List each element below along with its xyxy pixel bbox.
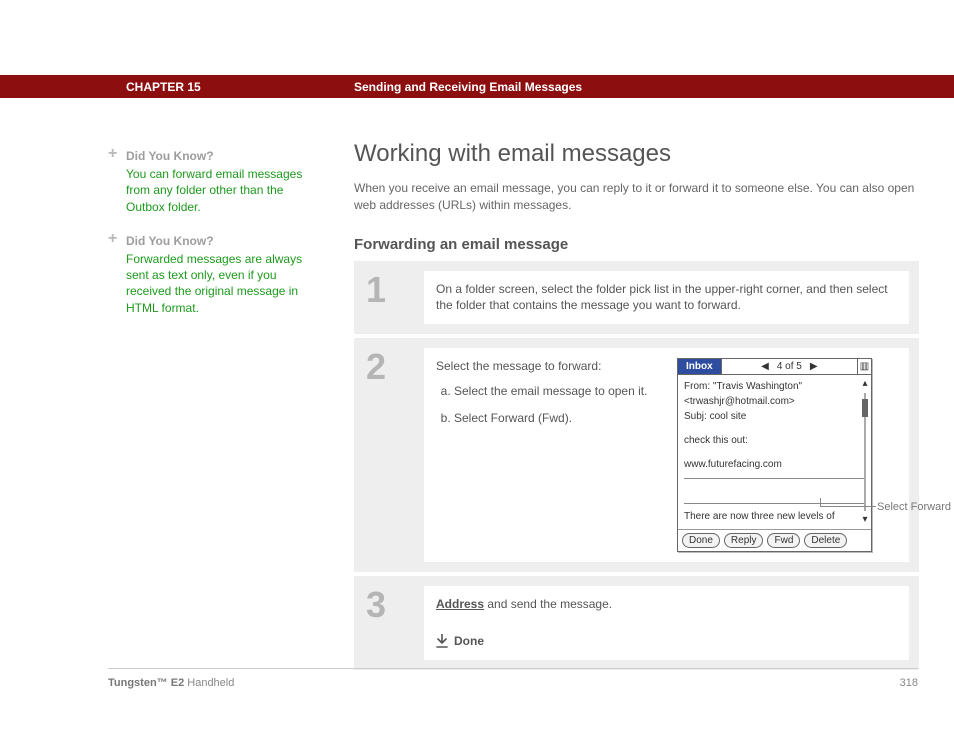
from-label: From: — [684, 381, 710, 392]
folder-picklist-icon: ▥ — [857, 359, 871, 374]
intro-paragraph: When you receive an email message, you c… — [354, 180, 919, 214]
section-heading: Forwarding an email message — [354, 236, 919, 253]
tip-body: You can forward email messages from any … — [126, 166, 318, 215]
body-line: check this out: — [684, 434, 865, 448]
subj-value: cool site — [710, 411, 747, 422]
main-content: Working with email messages When you rec… — [354, 140, 919, 674]
inbox-tab: Inbox — [678, 359, 722, 374]
product-bold: Tungsten™ E2 — [108, 677, 184, 689]
product-rest: Handheld — [184, 677, 234, 689]
callout-line — [820, 506, 876, 507]
step-2: 2 Select the message to forward: Select … — [354, 338, 919, 572]
page-title: Working with email messages — [354, 140, 919, 168]
scroll-down-icon: ▾ — [862, 513, 867, 527]
address-link[interactable]: Address — [436, 597, 484, 611]
step-1: 1 On a folder screen, select the folder … — [354, 261, 919, 335]
scroll-up-icon: ▴ — [862, 377, 867, 391]
plus-icon: + — [108, 148, 120, 160]
tip-body: Forwarded messages are always sent as te… — [126, 251, 318, 316]
device-screenshot: Inbox ◀ 4 of 5 ▶ ▥ From: "Travis Washing… — [677, 358, 872, 552]
substep-b: Select Forward (Fwd). — [454, 410, 665, 427]
done-label: Done — [454, 633, 484, 650]
chapter-title: Sending and Receiving Email Messages — [354, 80, 582, 94]
step-text: On a folder screen, select the folder pi… — [436, 281, 897, 315]
device-reply-button: Reply — [724, 533, 764, 548]
next-icon: ▶ — [810, 360, 818, 374]
device-fwd-button: Fwd — [767, 533, 800, 548]
step-number: 1 — [354, 261, 424, 335]
page-number: 318 — [900, 677, 918, 689]
step-number: 2 — [354, 338, 424, 572]
tip-heading: Did You Know? — [126, 233, 318, 249]
device-done-button: Done — [682, 533, 720, 548]
from-email: <trwashjr@hotmail.com> — [684, 395, 865, 409]
screenshot-column: Inbox ◀ 4 of 5 ▶ ▥ From: "Travis Washing… — [677, 358, 897, 552]
message-counter: 4 of 5 — [777, 360, 802, 374]
cont-line: There are now three new levels of — [684, 510, 865, 524]
page-footer: Tungsten™ E2 Handheld 318 — [108, 668, 918, 689]
from-name: "Travis Washington" — [713, 381, 802, 392]
step-3: 3 Address and send the message. Done — [354, 576, 919, 670]
done-arrow-icon — [436, 634, 448, 648]
plus-icon: + — [108, 233, 120, 245]
product-name: Tungsten™ E2 Handheld — [108, 677, 234, 689]
screenshot-caption: Select Forward — [877, 500, 951, 515]
scrollbar: ▴ ▾ — [861, 377, 869, 527]
sidebar-tip: + Did You Know? You can forward email me… — [108, 148, 318, 215]
chapter-header-bar: CHAPTER 15 Sending and Receiving Email M… — [0, 75, 954, 98]
device-delete-button: Delete — [804, 533, 847, 548]
steps-list: 1 On a folder screen, select the folder … — [354, 261, 919, 670]
step-number: 3 — [354, 576, 424, 670]
sidebar-tip: + Did You Know? Forwarded messages are a… — [108, 233, 318, 316]
done-row: Done — [436, 633, 897, 650]
prev-icon: ◀ — [761, 360, 769, 374]
tip-heading: Did You Know? — [126, 148, 318, 164]
step3-rest: and send the message. — [484, 597, 612, 611]
subj-label: Subj: — [684, 411, 707, 422]
step-lead: Select the message to forward: — [436, 358, 665, 375]
body-url: www.futurefacing.com — [684, 458, 865, 472]
sidebar: + Did You Know? You can forward email me… — [108, 148, 318, 334]
chapter-number: CHAPTER 15 — [126, 80, 201, 94]
substep-a: Select the email message to open it. — [454, 383, 665, 400]
